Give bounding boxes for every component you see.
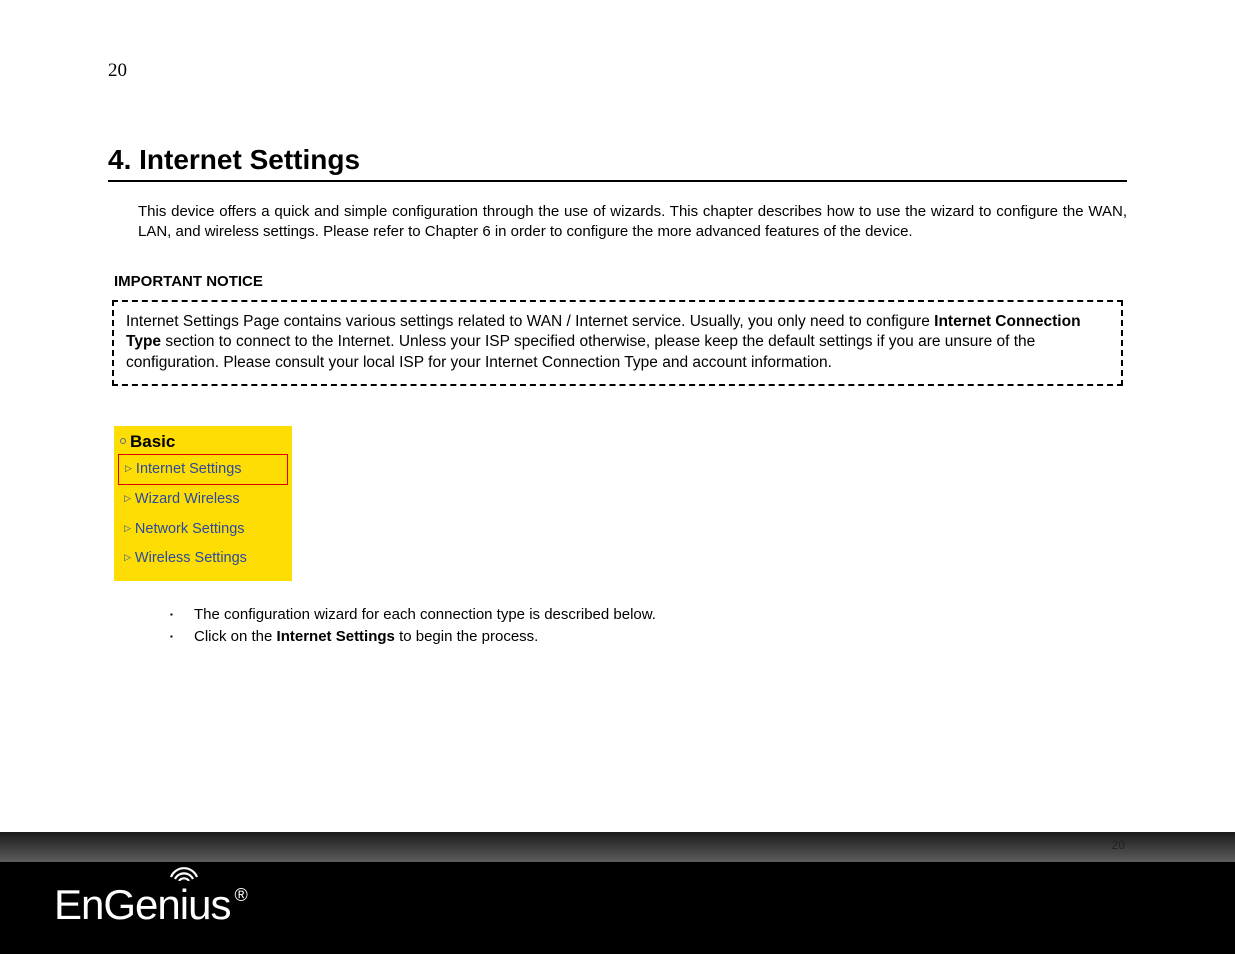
chapter-title: 4. Internet Settings — [108, 144, 1127, 182]
menu-header-label: Basic — [130, 432, 175, 451]
important-notice-box: Internet Settings Page contains various … — [112, 300, 1123, 387]
triangle-icon: ▷ — [124, 552, 131, 562]
bullet-icon — [120, 438, 126, 444]
bullet-item: Click on the Internet Settings to begin … — [170, 627, 1127, 647]
notice-text-2: section to connect to the Internet. Unle… — [126, 333, 1035, 371]
bullet-item: The configuration wizard for each connec… — [170, 605, 1127, 625]
triangle-icon: ▷ — [124, 493, 131, 503]
bullet-text-pre: Click on the — [194, 628, 277, 645]
bullet-text-post: to begin the process. — [395, 628, 538, 645]
menu-item-wireless-settings[interactable]: ▷ Wireless Settings — [118, 544, 288, 573]
footer-page-number: 20 — [1112, 838, 1125, 852]
registered-icon: ® — [234, 885, 247, 906]
basic-menu-panel: Basic ▷ Internet Settings ▷ Wizard Wireles… — [114, 426, 292, 581]
menu-item-label: Wizard Wireless — [135, 491, 240, 507]
menu-item-label: Wireless Settings — [135, 550, 247, 566]
menu-item-network-settings[interactable]: ▷ Network Settings — [118, 515, 288, 544]
notice-text-1: Internet Settings Page contains various … — [126, 313, 934, 330]
footer-black-bar: EnGenius® — [0, 862, 1235, 954]
bullet-text: The configuration wizard for each connec… — [194, 606, 656, 623]
menu-header-basic[interactable]: Basic — [118, 430, 288, 454]
engenius-logo: EnGenius® — [54, 881, 244, 935]
document-page: 20 4. Internet Settings This device offe… — [0, 0, 1235, 648]
page-number-top: 20 — [108, 60, 1127, 82]
menu-item-wizard-wireless[interactable]: ▷ Wizard Wireless — [118, 485, 288, 514]
logo-text: EnGenius — [54, 881, 230, 929]
wifi-icon — [167, 859, 201, 881]
menu-item-label: Internet Settings — [136, 461, 242, 477]
triangle-icon: ▷ — [125, 463, 132, 473]
intro-paragraph: This device offers a quick and simple co… — [138, 202, 1127, 243]
menu-item-internet-settings[interactable]: ▷ Internet Settings — [118, 454, 288, 485]
instruction-bullets: The configuration wizard for each connec… — [170, 605, 1127, 648]
bullet-bold: Internet Settings — [277, 628, 395, 645]
triangle-icon: ▷ — [124, 523, 131, 533]
important-notice-label: IMPORTANT NOTICE — [114, 273, 1127, 290]
footer-gray-bar: 20 — [0, 832, 1235, 862]
page-footer: 20 EnGenius® — [0, 832, 1235, 954]
menu-item-label: Network Settings — [135, 521, 245, 537]
